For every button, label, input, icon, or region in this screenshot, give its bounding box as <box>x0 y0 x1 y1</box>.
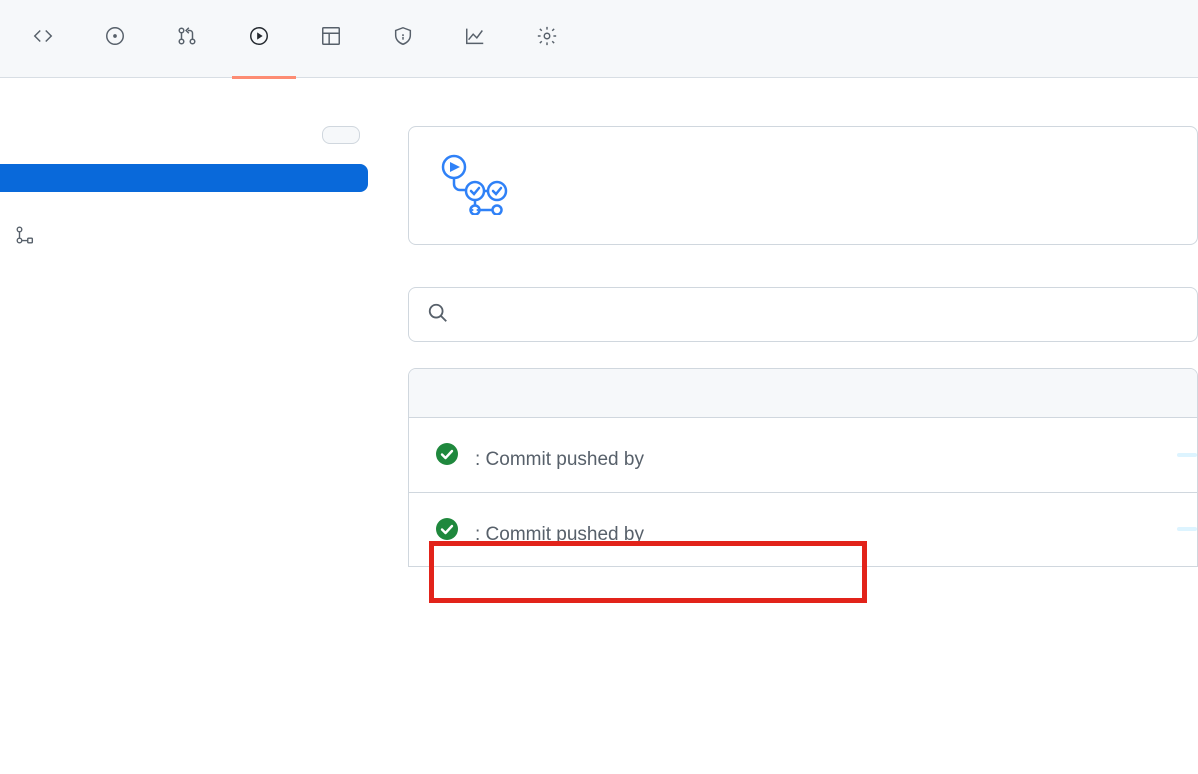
sidebar-item-all-workflows[interactable] <box>0 164 368 192</box>
filter-runs[interactable] <box>408 287 1198 342</box>
graph-icon <box>464 25 486 53</box>
runs-header <box>409 369 1197 418</box>
gear-icon <box>536 25 558 53</box>
workflow-icon <box>14 224 36 252</box>
shield-icon <box>392 25 414 53</box>
tab-projects[interactable] <box>304 0 368 78</box>
runs-panel: : Commit pushed by : Commit pushed by <box>408 368 1198 567</box>
actions-logo-icon <box>439 153 517 218</box>
success-icon <box>435 442 459 474</box>
tab-settings[interactable] <box>520 0 584 78</box>
project-icon <box>320 25 342 53</box>
run-meta: : Commit pushed by <box>475 446 1171 474</box>
run-meta: : Commit pushed by <box>475 521 1171 549</box>
issue-icon <box>104 25 126 53</box>
tab-issues[interactable] <box>88 0 152 78</box>
workflow-run-row[interactable]: : Commit pushed by <box>409 418 1197 493</box>
sidebar-item-workflow[interactable] <box>0 210 368 266</box>
content: : Commit pushed by : Commit pushed by <box>368 126 1198 567</box>
branch-badge[interactable] <box>1177 453 1197 457</box>
tab-actions[interactable] <box>232 0 296 78</box>
tab-insights[interactable] <box>448 0 512 78</box>
repo-nav <box>0 0 1198 78</box>
tab-pull-requests[interactable] <box>160 0 224 78</box>
new-workflow-button[interactable] <box>322 126 360 144</box>
branch-badge[interactable] <box>1177 527 1197 531</box>
filter-input[interactable] <box>463 303 1179 327</box>
tab-code[interactable] <box>16 0 80 78</box>
success-icon <box>435 517 459 549</box>
tab-security[interactable] <box>376 0 440 78</box>
search-icon <box>427 302 449 327</box>
code-icon <box>32 25 54 53</box>
feedback-banner[interactable] <box>408 126 1198 245</box>
workflows-sidebar <box>0 126 368 567</box>
play-icon <box>248 25 270 53</box>
pr-icon <box>176 25 198 53</box>
workflow-run-row[interactable]: : Commit pushed by <box>409 493 1197 567</box>
